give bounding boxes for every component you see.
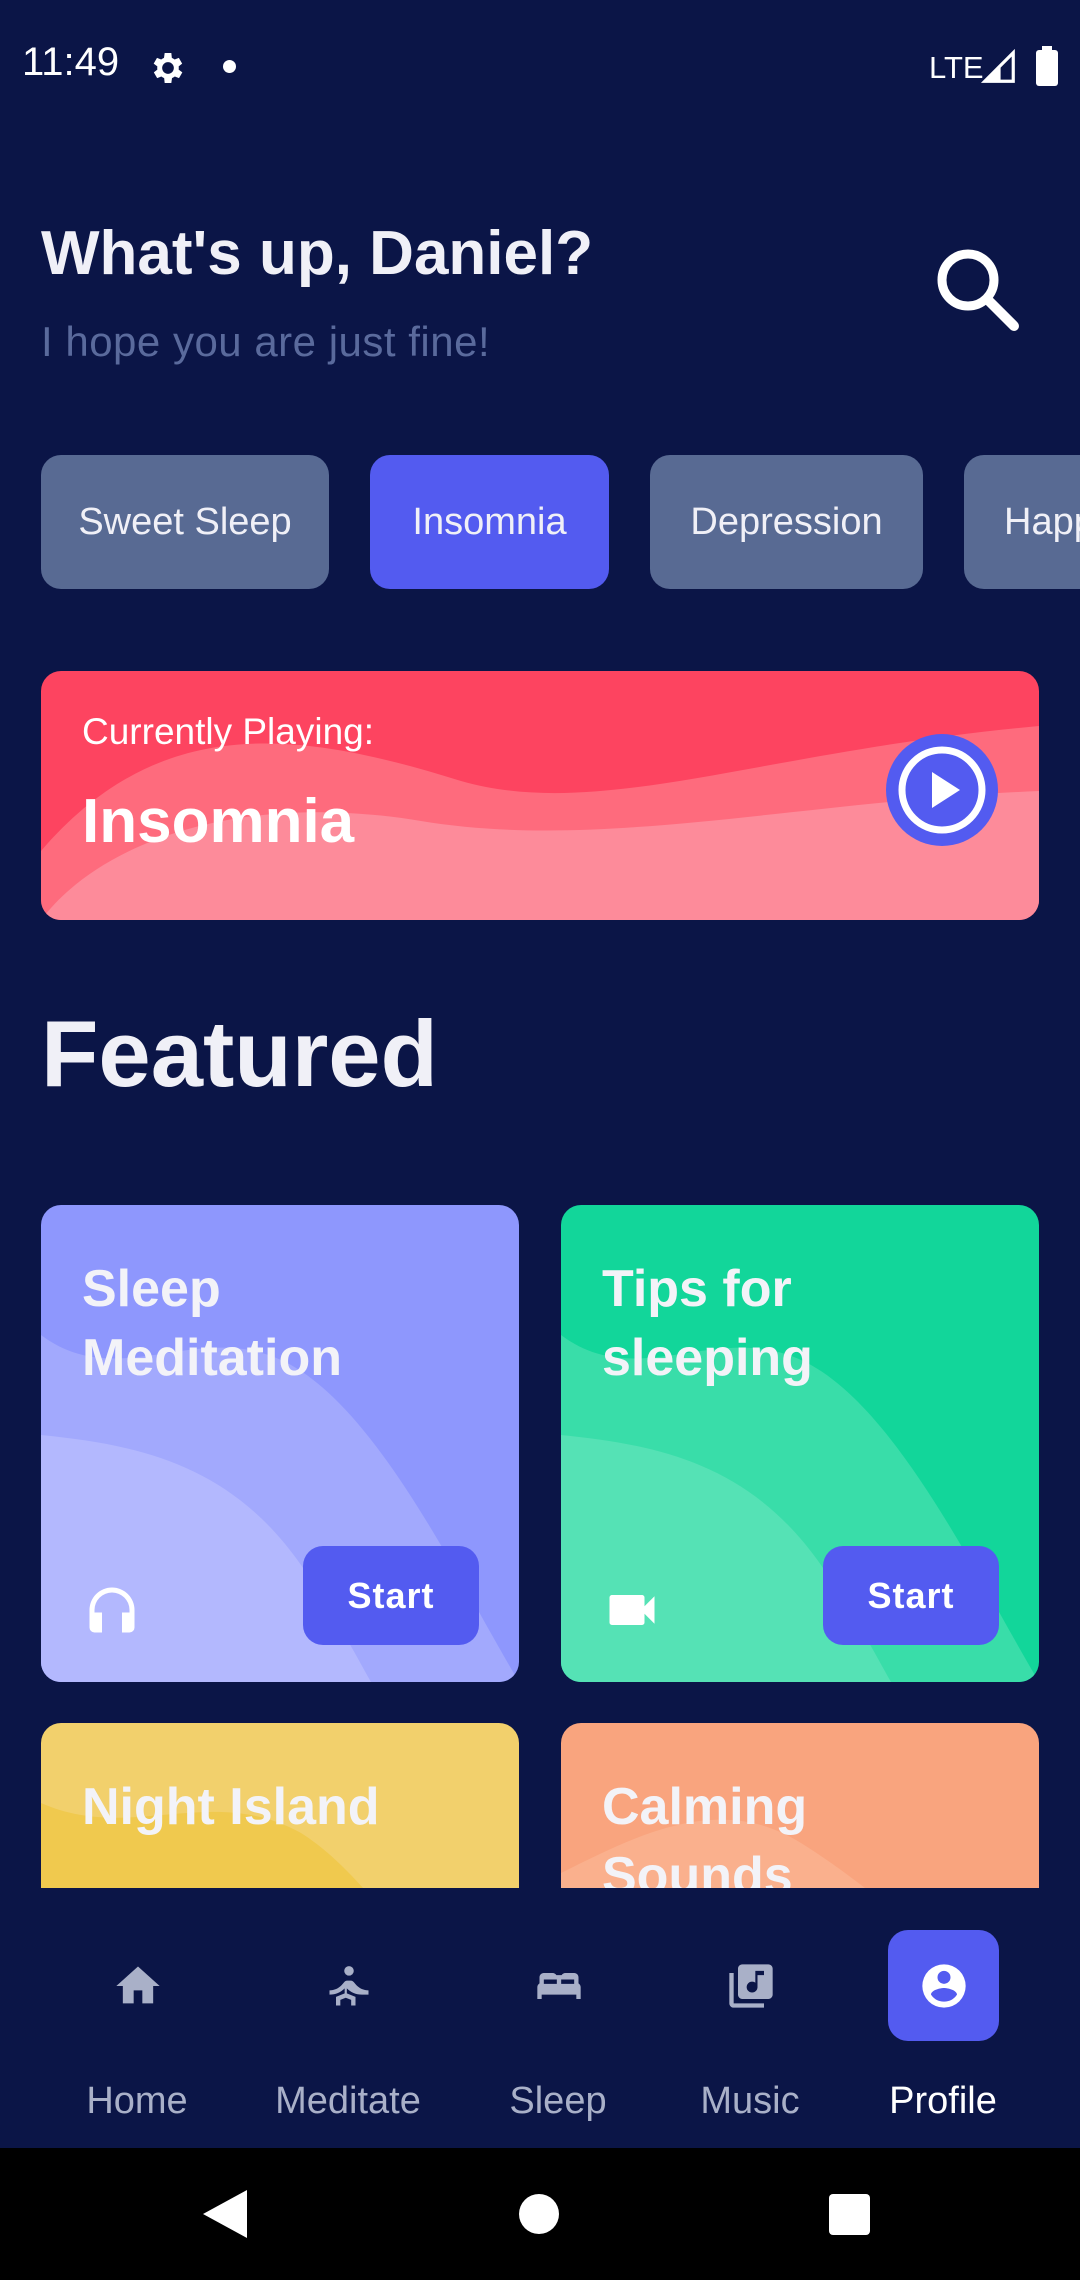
nav-music[interactable]: Music — [655, 1888, 845, 2148]
chip-label: Sweet Sleep — [78, 500, 292, 543]
gear-icon — [153, 53, 183, 83]
start-button[interactable]: Start — [823, 1546, 999, 1645]
card-sleep-meditation[interactable]: Sleep Meditation Start — [41, 1205, 519, 1682]
now-playing-card[interactable]: Currently Playing: Insomnia — [41, 671, 1039, 920]
nav-icon-container — [293, 1930, 404, 2041]
nav-icon-container — [82, 1930, 193, 2041]
start-button-label: Start — [867, 1574, 955, 1616]
meditate-icon — [329, 1965, 368, 2005]
featured-grid: Sleep Meditation Start Tips for sleeping… — [0, 1200, 1080, 1888]
notification-dot-icon — [223, 60, 236, 73]
featured-title: Featured — [41, 1001, 438, 1106]
chip-label: Depression — [690, 500, 883, 543]
now-playing-title: Insomnia — [82, 787, 355, 856]
battery-icon — [1036, 46, 1058, 86]
nav-sleep[interactable]: Sleep — [463, 1888, 653, 2148]
back-icon[interactable] — [203, 2190, 247, 2238]
greeting-title: What's up, Daniel? — [41, 219, 594, 288]
nav-profile[interactable]: Profile — [848, 1888, 1038, 2148]
now-playing-label: Currently Playing: — [82, 711, 375, 752]
category-chips: Sweet Sleep Insomnia Depression Happ — [0, 455, 1080, 589]
music-library-icon — [728, 1963, 773, 2008]
nav-label: Meditate — [275, 2080, 421, 2122]
home-icon — [115, 1966, 160, 2003]
nav-meditate[interactable]: Meditate — [253, 1888, 443, 2148]
nav-icon-container — [695, 1930, 806, 2041]
play-circle-icon[interactable] — [886, 734, 998, 846]
headphones-icon — [89, 1587, 135, 1633]
start-button-label: Start — [347, 1574, 435, 1616]
home-circle-icon[interactable] — [519, 2194, 559, 2234]
bottom-navigation: Home Meditate Sleep Music Profile — [0, 1888, 1080, 2148]
card-night-island[interactable]: Night Island — [41, 1723, 519, 1888]
status-bar: 11:49 LTE — [0, 0, 1080, 135]
card-title: Tips for sleeping — [602, 1260, 813, 1387]
system-navigation-bar — [0, 2148, 1080, 2280]
chip-depression[interactable]: Depression — [650, 455, 923, 589]
nav-icon-container — [888, 1930, 999, 2041]
start-button[interactable]: Start — [303, 1546, 479, 1645]
card-calming-sounds[interactable]: Calming Sounds — [561, 1723, 1039, 1888]
nav-home[interactable]: Home — [42, 1888, 232, 2148]
chip-label: Insomnia — [412, 500, 567, 543]
card-tips-for-sleeping[interactable]: Tips for sleeping Start — [561, 1205, 1039, 1682]
chip-insomnia[interactable]: Insomnia — [370, 455, 609, 589]
app-screen: 11:49 LTE What's up, Daniel? I hope you … — [0, 0, 1080, 2280]
videocam-icon — [609, 1595, 655, 1625]
network-type: LTE — [929, 50, 984, 85]
search-icon[interactable] — [930, 242, 1026, 338]
recents-icon[interactable] — [829, 2194, 870, 2235]
card-title: Night Island — [82, 1778, 380, 1836]
greeting-subtitle: I hope you are just fine! — [41, 318, 491, 365]
status-time: 11:49 — [22, 40, 120, 84]
nav-label: Sleep — [509, 2080, 607, 2122]
chip-happiness[interactable]: Happ — [964, 455, 1080, 589]
chip-sweet-sleep[interactable]: Sweet Sleep — [41, 455, 329, 589]
signal-icon — [980, 48, 1015, 83]
bed-icon — [536, 1972, 581, 1999]
nav-icon-container — [503, 1930, 614, 2041]
card-title: Calming Sounds — [602, 1778, 808, 1888]
chip-label: Happ — [1004, 500, 1080, 543]
card-title: Sleep Meditation — [82, 1260, 342, 1387]
nav-label: Home — [86, 2080, 188, 2122]
nav-label: Profile — [889, 2080, 997, 2122]
profile-icon — [921, 1963, 966, 2008]
nav-label: Music — [700, 2080, 800, 2122]
